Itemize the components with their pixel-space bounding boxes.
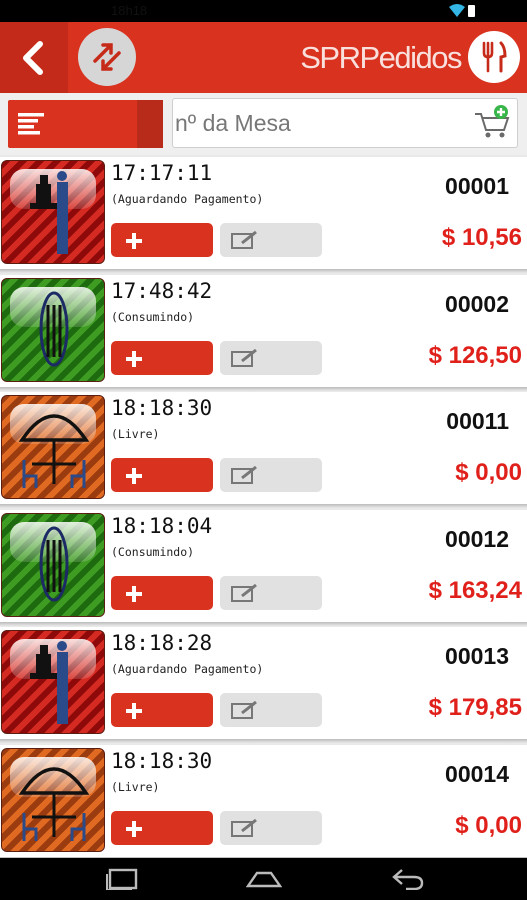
add-item-button[interactable] xyxy=(111,340,213,375)
table-number: 00011 xyxy=(446,408,509,434)
table-row[interactable]: 18:18:04 (Consumindo) 00012 $ 163,24 xyxy=(0,509,527,626)
table-time: 17:48:42 xyxy=(111,278,213,303)
edit-order-button[interactable] xyxy=(220,340,322,375)
table-time: 18:18:30 xyxy=(111,396,213,420)
table-number: 00001 xyxy=(445,173,509,199)
plus-icon xyxy=(126,585,142,602)
table-row[interactable]: 18:18:28 (Aguardando Pagamento) 00013 $ 179… xyxy=(0,627,527,743)
edit-note-icon xyxy=(231,348,257,367)
navigation-bar xyxy=(0,858,527,900)
edit-order-button[interactable] xyxy=(220,575,322,610)
back-arrow-icon xyxy=(23,41,43,75)
add-item-button[interactable] xyxy=(111,575,213,610)
restaurant-button[interactable] xyxy=(468,31,520,83)
swap-button[interactable] xyxy=(78,28,136,86)
back-button[interactable] xyxy=(0,22,68,93)
clock: 18h18 xyxy=(111,3,148,18)
menu-lines-icon xyxy=(18,113,44,135)
plus-icon xyxy=(126,703,142,719)
back-icon[interactable] xyxy=(390,868,426,890)
table-time: 18:18:28 xyxy=(111,631,213,655)
table-row[interactable]: 17:17:11 (Aguardando Pagamento) 00001 $ 10,… xyxy=(0,157,527,273)
swap-icon xyxy=(93,43,121,71)
action-bar: SPRPedidos xyxy=(0,22,527,93)
edit-note-icon xyxy=(231,818,257,837)
table-status-image xyxy=(1,512,105,617)
status-bar: 18h18 xyxy=(0,0,527,22)
add-item-button[interactable] xyxy=(111,810,213,845)
app-title: SPRPedidos xyxy=(300,40,462,75)
edit-note-icon xyxy=(231,465,257,484)
edit-order-button[interactable] xyxy=(220,223,322,257)
plus-icon xyxy=(126,350,142,367)
table-row[interactable]: 17:48:42 (Consumindo) 00002 $ 126,50 xyxy=(0,274,527,391)
recent-apps-icon[interactable] xyxy=(106,868,140,890)
edit-order-button[interactable] xyxy=(220,693,322,727)
table-status: (Consumindo) xyxy=(111,544,195,559)
table-number: 00014 xyxy=(445,760,509,787)
table-total: $ 126,50 xyxy=(428,341,522,369)
add-to-cart-icon[interactable] xyxy=(473,104,511,142)
table-total: $ 179,85 xyxy=(428,694,522,721)
table-time: 18:18:30 xyxy=(111,748,213,773)
table-total: $ 10,56 xyxy=(441,224,522,251)
table-status: (Aguardando Pagamento) xyxy=(111,192,264,206)
table-status-image xyxy=(1,395,105,499)
edit-order-button[interactable] xyxy=(220,810,322,845)
table-status-image xyxy=(1,277,105,382)
table-time: 18:18:04 xyxy=(111,513,213,538)
table-status-image xyxy=(1,630,105,734)
table-status-image xyxy=(1,160,105,264)
add-item-button[interactable] xyxy=(111,693,213,727)
table-total: $ 163,24 xyxy=(428,576,522,604)
table-number: 00012 xyxy=(445,525,509,552)
table-number-search xyxy=(172,98,518,148)
menu-button[interactable] xyxy=(8,100,163,148)
table-row[interactable]: 18:18:30 (Livre) 00011 $ 0,00 xyxy=(0,392,527,508)
table-status: (Livre) xyxy=(111,427,160,441)
toolbar xyxy=(0,93,527,155)
edit-note-icon xyxy=(231,583,257,602)
plus-icon xyxy=(126,820,142,837)
edit-note-icon xyxy=(231,700,257,719)
menu-button-handle xyxy=(137,100,163,148)
add-item-button[interactable] xyxy=(111,223,213,257)
table-number-input[interactable] xyxy=(175,108,465,138)
edit-order-button[interactable] xyxy=(220,458,322,492)
home-icon[interactable] xyxy=(246,868,282,890)
add-item-button[interactable] xyxy=(111,458,213,492)
table-status: (Aguardando Pagamento) xyxy=(111,662,264,676)
plus-icon xyxy=(126,233,142,249)
table-status: (Livre) xyxy=(111,779,160,794)
fork-knife-icon xyxy=(482,41,507,73)
table-number: 00002 xyxy=(445,290,509,317)
table-total: $ 0,00 xyxy=(455,459,522,486)
table-status-image xyxy=(1,747,105,852)
table-status: (Consumindo) xyxy=(111,309,195,324)
table-row[interactable]: 18:18:30 (Livre) 00014 $ 0,00 xyxy=(0,744,527,861)
edit-note-icon xyxy=(231,230,257,249)
table-total: $ 0,00 xyxy=(455,811,522,839)
plus-icon xyxy=(126,468,142,484)
table-number: 00013 xyxy=(445,643,509,669)
table-time: 17:17:11 xyxy=(111,161,213,185)
